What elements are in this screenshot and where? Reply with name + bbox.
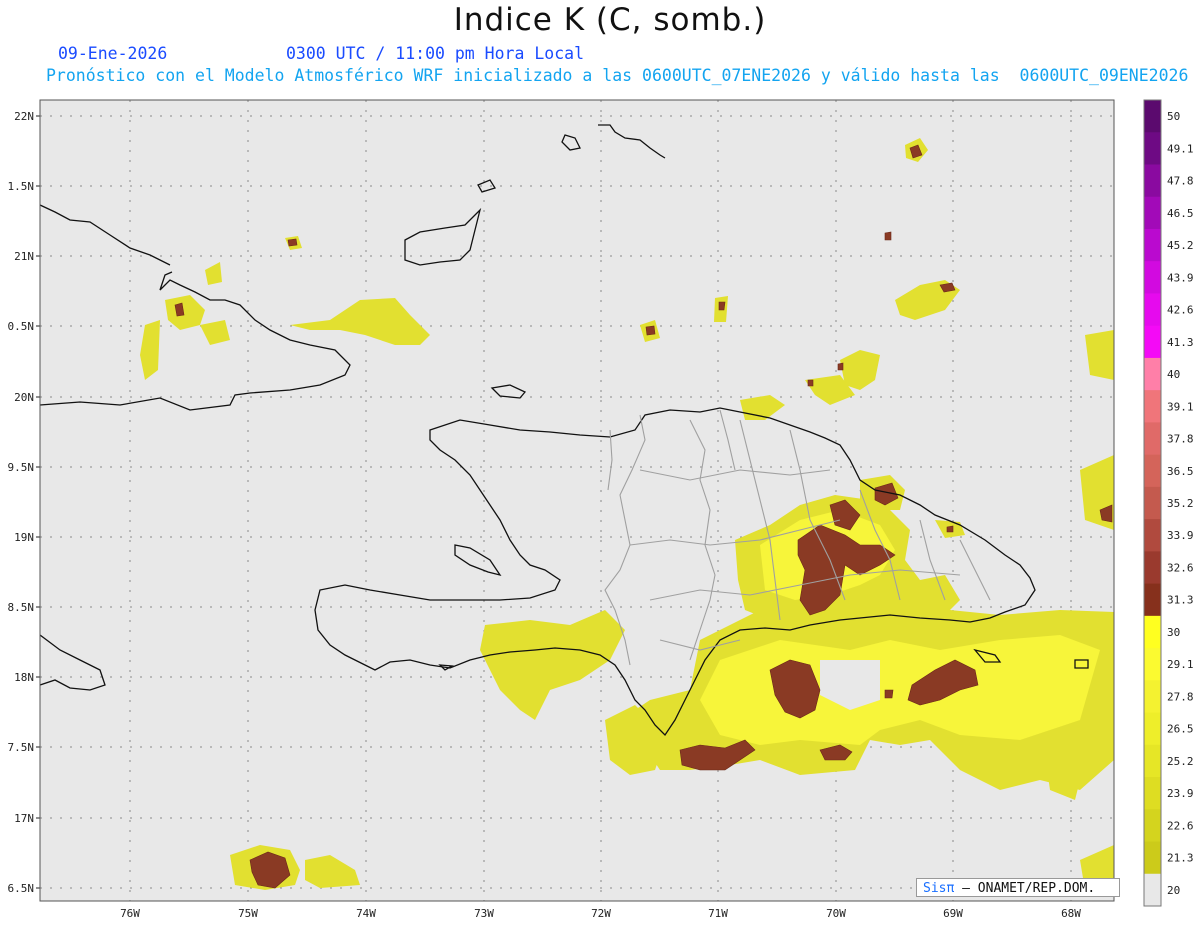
colorbar-swatch (1144, 551, 1161, 585)
colorbar-label: 43.9 (1167, 271, 1194, 284)
colorbar-swatch (1144, 357, 1161, 391)
colorbar-swatch (1144, 100, 1161, 133)
colorbar-label: 35.2 (1167, 497, 1194, 510)
colorbar-swatch (1144, 293, 1161, 327)
lon-label: 72W (591, 907, 611, 920)
credit-box: Sisπ – ONAMET/REP.DOM. (916, 878, 1120, 897)
lat-label: 0.5N (8, 320, 35, 333)
colorbar-label: 27.8 (1167, 690, 1194, 703)
lat-label: 22N (14, 110, 34, 123)
colorbar-label: 31.3 (1167, 594, 1194, 607)
colorbar-label: 40 (1167, 368, 1180, 381)
colorbar-label: 32.6 (1167, 561, 1194, 574)
colorbar-swatch (1144, 486, 1161, 520)
colorbar-swatch (1144, 615, 1161, 649)
colorbar-label: 50 (1167, 110, 1180, 123)
longitude-labels: 76W 75W 74W 73W 72W 71W 70W 69W 68W (120, 907, 1081, 920)
lon-label: 70W (826, 907, 846, 920)
lon-label: 74W (356, 907, 376, 920)
colorbar-swatch (1144, 261, 1161, 294)
lat-label: 7.5N (8, 741, 35, 754)
lon-label: 69W (943, 907, 963, 920)
sispi-logo: Sisπ (923, 881, 955, 896)
lon-label: 75W (238, 907, 258, 920)
lat-label: 18N (14, 671, 34, 684)
colorbar-swatch (1144, 519, 1161, 552)
latitude-labels: 22N 1.5N 21N 0.5N 20N 9.5N 19N 8.5N 18N … (8, 110, 40, 895)
lat-label: 9.5N (8, 461, 35, 474)
colorbar-label: 22.6 (1167, 819, 1194, 832)
lat-label: 21N (14, 250, 34, 263)
colorbar-label: 49.1 (1167, 142, 1194, 155)
colorbar-swatch (1144, 648, 1161, 681)
colorbar-label: 41.3 (1167, 336, 1194, 349)
lon-label: 76W (120, 907, 140, 920)
colorbar-label: 42.6 (1167, 304, 1194, 317)
colorbar-swatch (1144, 196, 1161, 230)
colorbar-label: 37.8 (1167, 433, 1194, 446)
colorbar-swatch (1144, 712, 1161, 746)
colorbar-label: 39.1 (1167, 400, 1194, 413)
colorbar-label: 20 (1167, 884, 1180, 897)
colorbar-swatch (1144, 228, 1161, 262)
colorbar-swatch (1144, 809, 1161, 843)
credit-org: – ONAMET/REP.DOM. (962, 881, 1096, 896)
lat-label: 17N (14, 812, 34, 825)
colorbar-swatch (1144, 454, 1161, 488)
colorbar-label: 25.2 (1167, 755, 1194, 768)
colorbar: 50 49.1 47.8 46.5 45.2 43.9 42.6 41.3 40 39.1 37.8… (1144, 100, 1194, 907)
colorbar-swatch (1144, 132, 1161, 165)
lat-label: 20N (14, 391, 34, 404)
colorbar-label: 23.9 (1167, 787, 1194, 800)
colorbar-label: 36.5 (1167, 465, 1194, 478)
lat-label: 8.5N (8, 601, 35, 614)
colorbar-swatch (1144, 164, 1161, 198)
lon-label: 71W (708, 907, 728, 920)
colorbar-label: 21.3 (1167, 852, 1194, 865)
lat-label: 6.5N (8, 882, 35, 895)
colorbar-label: 29.1 (1167, 658, 1194, 671)
lat-label: 19N (14, 531, 34, 544)
colorbar-swatch (1144, 325, 1161, 359)
colorbar-swatch (1144, 744, 1161, 778)
lat-label: 1.5N (8, 180, 35, 193)
colorbar-label: 33.9 (1167, 529, 1194, 542)
colorbar-swatch (1144, 680, 1161, 714)
colorbar-swatch (1144, 777, 1161, 810)
lon-label: 68W (1061, 907, 1081, 920)
colorbar-swatch (1144, 873, 1161, 907)
lon-label: 73W (474, 907, 494, 920)
colorbar-label: 30 (1167, 626, 1180, 639)
colorbar-label: 47.8 (1167, 175, 1194, 188)
colorbar-label: 46.5 (1167, 207, 1194, 220)
colorbar-label: 26.5 (1167, 723, 1194, 736)
colorbar-label: 45.2 (1167, 239, 1194, 252)
colorbar-swatch (1144, 583, 1161, 617)
map-canvas: 22N 1.5N 21N 0.5N 20N 9.5N 19N 8.5N 18N … (8, 99, 1194, 920)
colorbar-swatch (1144, 422, 1161, 456)
colorbar-swatch (1144, 390, 1161, 423)
colorbar-swatch (1144, 841, 1161, 875)
